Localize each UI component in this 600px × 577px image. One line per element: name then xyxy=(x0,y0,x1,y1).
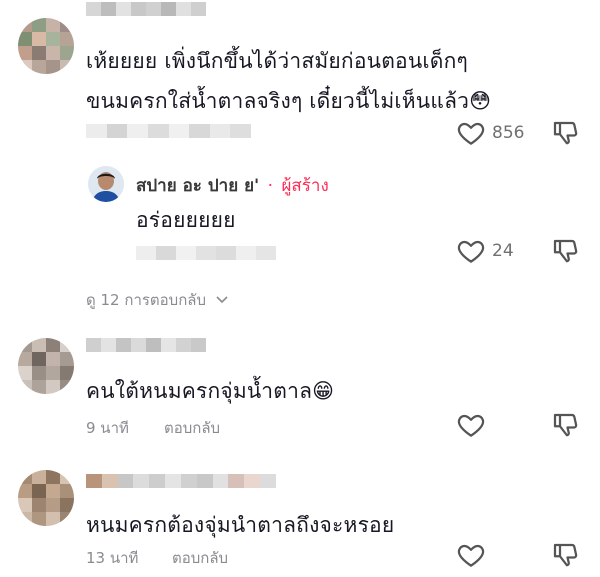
view-replies-button[interactable]: ดู 12 การตอบกลับ xyxy=(86,288,229,312)
thumbs-down-outline-icon[interactable] xyxy=(550,410,580,440)
reply-meta-blurred xyxy=(136,246,276,260)
comment-time: 13 นาที xyxy=(86,549,139,567)
username-blurred[interactable] xyxy=(86,474,276,488)
reply-author[interactable]: สปาย อะ ปาย ย' xyxy=(136,176,259,196)
heart-outline-icon[interactable] xyxy=(456,540,486,570)
comment-time: 9 นาที xyxy=(86,419,129,437)
separator-dot: · xyxy=(267,176,274,196)
creator-badge: ผู้สร้าง xyxy=(281,176,329,196)
comment-2: คนใต้หนมครกจุ่มน้ำตาล😁 9 นาที ตอบกลับ xyxy=(0,330,600,450)
comment-text-line-2: ขนมครกใส่น้ำตาลจริงๆ เดี๋ยวนี้ไม่เห็นแล้… xyxy=(86,89,492,113)
comment-3: หนมครกต้องจุ่มนำตาลถึงจะหรอย 13 นาที ตอบ… xyxy=(0,462,600,577)
reply-like-count: 24 xyxy=(492,241,514,261)
thumbs-down-outline-icon[interactable] xyxy=(550,118,580,148)
thumbs-down-outline-icon[interactable] xyxy=(550,540,580,570)
avatar[interactable] xyxy=(18,470,74,526)
reply-author-row: สปาย อะ ปาย ย' · ผู้สร้าง xyxy=(136,172,329,199)
comment-1: เห้ยยยย เพิ่งนึกขึ้นได้ว่าสมัยก่อนตอนเด็… xyxy=(0,0,600,318)
chevron-down-icon xyxy=(216,296,228,304)
view-replies-label: ดู 12 การตอบกลับ xyxy=(86,291,206,309)
heart-outline-icon[interactable] xyxy=(456,118,486,148)
like-count: 856 xyxy=(492,123,525,143)
comment-text-line-1: เห้ยยยย เพิ่งนึกขึ้นได้ว่าสมัยก่อนตอนเด็… xyxy=(86,49,469,73)
reply-text: อร่อยยยยย xyxy=(136,208,236,232)
heart-outline-icon[interactable] xyxy=(456,236,486,266)
reply-button[interactable]: ตอบกลับ xyxy=(164,416,220,440)
meta-blurred xyxy=(86,124,251,138)
reply-button[interactable]: ตอบกลับ xyxy=(172,546,228,570)
comment-text: หนมครกต้องจุ่มนำตาลถึงจะหรอย xyxy=(86,513,395,537)
creator-avatar[interactable] xyxy=(88,166,124,202)
avatar[interactable] xyxy=(18,18,74,74)
comment-text: คนใต้หนมครกจุ่มน้ำตาล😁 xyxy=(86,379,335,403)
username-blurred[interactable] xyxy=(86,338,206,352)
thumbs-down-outline-icon[interactable] xyxy=(550,236,580,266)
avatar[interactable] xyxy=(18,338,74,394)
heart-outline-icon[interactable] xyxy=(456,410,486,440)
username-blurred[interactable] xyxy=(86,2,206,16)
